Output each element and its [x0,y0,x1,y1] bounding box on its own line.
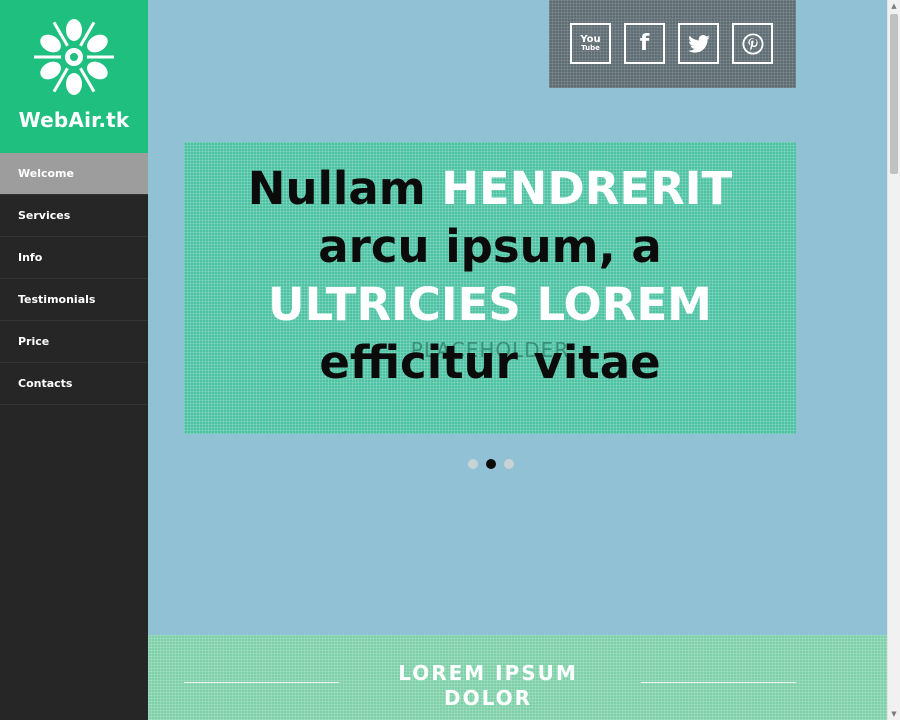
page-scrollbar[interactable]: ▲ ▼ [887,0,900,720]
sidebar: WebAir.tk Welcome Services Info Testimon… [0,0,148,720]
nav-item-welcome[interactable]: Welcome [0,153,148,195]
hero-line-1: Nullam HENDRERIT [184,160,796,218]
slider-dot-3[interactable] [504,459,514,469]
scroll-up-arrow-icon[interactable]: ▲ [888,0,900,12]
brand-name: WebAir.tk [18,108,130,132]
hero-headline: Nullam HENDRERIT arcu ipsum, a ULTRICIES… [184,160,796,392]
logo[interactable]: WebAir.tk [0,0,148,153]
main-nav: Welcome Services Info Testimonials Price… [0,153,148,405]
pinterest-button[interactable] [732,23,773,64]
section-divider-left [184,682,339,683]
section-title: LOREM IPSUM DOLOR [388,661,588,711]
youtube-icon: You Tube [580,33,601,53]
nav-item-info[interactable]: Info [0,237,148,279]
youtube-icon-top: You [580,33,601,45]
flower-logo-icon [34,19,114,95]
nav-item-services[interactable]: Services [0,195,148,237]
nav-item-contacts[interactable]: Contacts [0,363,148,405]
slider-pagination [468,459,514,469]
hero-line-3: ULTRICIES LOREM [268,278,712,331]
hero-line-4: efficitur vitae [319,336,661,389]
hero-slide: PLACEHOLDER Nullam HENDRERIT arcu ipsum,… [184,142,796,434]
social-bar: You Tube f [549,0,796,88]
youtube-button[interactable]: You Tube [570,23,611,64]
slider-dot-2[interactable] [486,459,496,469]
facebook-button[interactable]: f [624,23,665,64]
section-title-line-1: LOREM IPSUM [398,661,578,685]
facebook-icon: f [639,31,650,56]
scrollbar-thumb[interactable] [890,14,898,174]
nav-item-price[interactable]: Price [0,321,148,363]
section-title-line-2: DOLOR [443,686,533,710]
hero-line-1-a: Nullam [247,162,442,215]
slider-dot-1[interactable] [468,459,478,469]
section-divider-right [641,682,796,683]
pinterest-icon [741,32,764,55]
twitter-button[interactable] [678,23,719,64]
nav-item-testimonials[interactable]: Testimonials [0,279,148,321]
scroll-down-arrow-icon[interactable]: ▼ [888,708,900,720]
hero-line-2: arcu ipsum, a [318,220,662,273]
twitter-icon [687,34,710,53]
youtube-icon-bottom: Tube [581,43,600,52]
intro-section: LOREM IPSUM DOLOR [148,635,887,720]
hero-line-1-b: HENDRERIT [441,162,733,215]
